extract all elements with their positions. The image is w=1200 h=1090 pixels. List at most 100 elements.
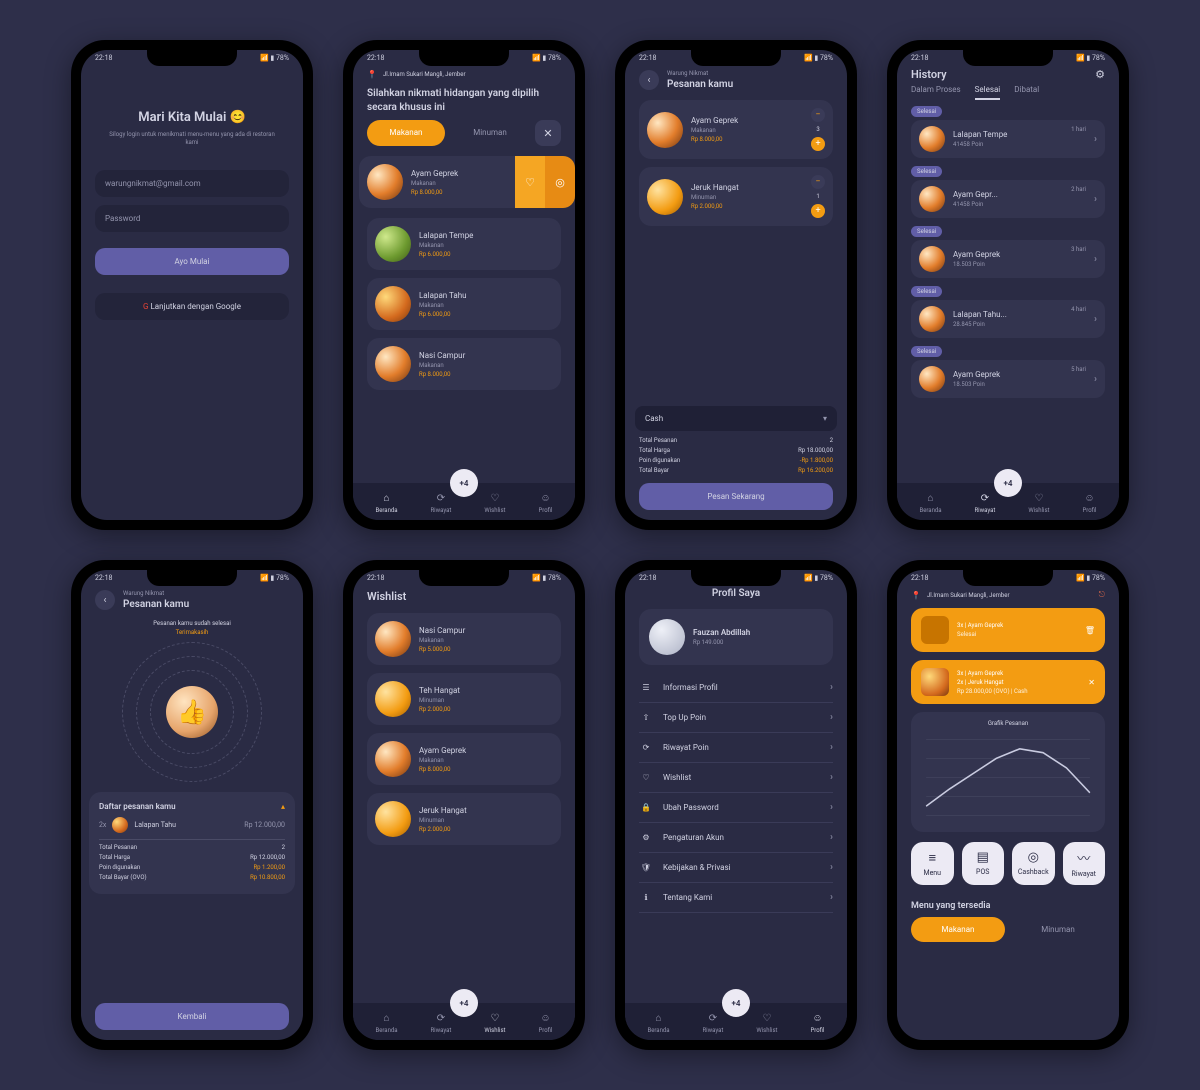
- trash-icon[interactable]: 🗑: [1085, 626, 1095, 635]
- wishlist-title: Wishlist: [353, 590, 575, 603]
- available-title: Menu yang tersedia: [897, 901, 1119, 911]
- chevron-right-icon: ›: [1094, 374, 1097, 385]
- profile-row[interactable]: ☰Informasi Profil›: [639, 673, 833, 703]
- chevron-right-icon: ›: [830, 682, 833, 693]
- login-title: Mari Kita Mulai 😊: [95, 110, 289, 125]
- nav-home[interactable]: ⌂Beranda: [375, 491, 397, 514]
- wishlist-item[interactable]: Ayam GeprekMakananRp 8.000,00: [367, 733, 561, 785]
- bottom-nav: +4 ⌂Beranda ⟳Riwayat ♡Wishlist ☺Profil: [353, 1003, 575, 1040]
- thanks-label: Terimakasih: [81, 629, 303, 636]
- chevron-right-icon: ›: [830, 772, 833, 783]
- menu-item[interactable]: Nasi CampurMakananRp 8.000,00: [367, 338, 561, 390]
- tab-in-process[interactable]: Dalam Proses: [911, 85, 961, 100]
- bottom-nav: +4 ⌂Beranda ⟳Riwayat ♡Wishlist ☺Profil: [625, 1003, 847, 1040]
- cart-bubble[interactable]: +4: [722, 989, 750, 1017]
- profile-row[interactable]: ⟳Riwayat Poin›: [639, 733, 833, 763]
- history-item[interactable]: Ayam Gepr...41458 Poin 2 hari ›: [911, 180, 1105, 218]
- menu-item[interactable]: Lalapan TahuMakananRp 6.000,00: [367, 278, 561, 330]
- profile-row[interactable]: 🛡Kebijakan & Privasi›: [639, 853, 833, 883]
- chevron-right-icon: ›: [1094, 134, 1097, 145]
- phone-wishlist: 22:18📶 ▮ 78% Wishlist Nasi CampurMakanan…: [343, 560, 585, 1050]
- quick-menu[interactable]: ≡Menu: [911, 842, 954, 885]
- history-item[interactable]: Ayam Geprek18.503 Poin 5 hari ›: [911, 360, 1105, 398]
- google-login-button[interactable]: G Lanjutkan dengan Google: [95, 293, 289, 320]
- tab-drink[interactable]: Minuman: [1011, 917, 1105, 942]
- swipe-actions[interactable]: ♡◎: [515, 156, 575, 208]
- tab-food[interactable]: Makanan: [911, 917, 1005, 942]
- start-button[interactable]: Ayo Mulai: [95, 248, 289, 275]
- qty-minus-button[interactable]: −: [811, 175, 825, 189]
- chevron-right-icon: ›: [830, 742, 833, 753]
- cart-bubble[interactable]: +4: [450, 989, 478, 1017]
- chevron-right-icon: ›: [830, 892, 833, 903]
- tab-done[interactable]: Selesai: [975, 85, 1001, 100]
- tab-drink[interactable]: Minuman: [451, 120, 529, 146]
- history-item[interactable]: Lalapan Tempe41458 Poin 1 hari ›: [911, 120, 1105, 158]
- quick-pos[interactable]: ▤POS: [962, 842, 1005, 885]
- qty-plus-button[interactable]: +: [811, 204, 825, 218]
- email-field[interactable]: warungnikmat@gmail.com: [95, 170, 289, 197]
- thumbs-up-icon: 👍: [166, 686, 218, 738]
- back-button-main[interactable]: Kembali: [95, 1003, 289, 1030]
- qty-plus-button[interactable]: +: [811, 137, 825, 151]
- nav-profile[interactable]: ☺Profil: [538, 491, 552, 514]
- history-title: History: [911, 68, 947, 81]
- menu-headline: Silahkan nikmati hidangan yang dipilih s…: [353, 87, 575, 114]
- quick-cashback[interactable]: ◎Cashback: [1012, 842, 1055, 885]
- history-item[interactable]: Ayam Geprek18.503 Poin 3 hari ›: [911, 240, 1105, 278]
- tab-food[interactable]: Makanan: [367, 120, 445, 146]
- alert-card[interactable]: 3x | Ayam Geprek2x | Jeruk HangatRp 28.0…: [911, 660, 1105, 704]
- cart-bubble[interactable]: +4: [450, 469, 478, 497]
- filter-icon[interactable]: ⚙: [1095, 68, 1105, 81]
- tab-cancelled[interactable]: Dibatal: [1014, 85, 1039, 100]
- cart-bubble[interactable]: +4: [994, 469, 1022, 497]
- quick-history[interactable]: 〰Riwayat: [1063, 842, 1106, 885]
- profile-row[interactable]: 🔒Ubah Password›: [639, 793, 833, 823]
- nav-history[interactable]: ⟳Riwayat: [430, 491, 451, 514]
- chevron-right-icon: ›: [1094, 194, 1097, 205]
- phone-menu: 22:18📶 ▮ 78% 📍 Jl.Imam Sukari Mangli, Je…: [343, 40, 585, 530]
- location-label: Jl.Imam Sukari Mangli, Jember: [383, 71, 466, 78]
- phone-profile: 22:18📶 ▮ 78% Profil Saya Fauzan Abdillah…: [615, 560, 857, 1050]
- done-message: Pesanan kamu sudah selesai: [81, 620, 303, 627]
- profile-row[interactable]: ♡Wishlist›: [639, 763, 833, 793]
- heart-icon: ♡: [515, 156, 545, 208]
- cart-item: Jeruk HangatMinumanRp 2.000,00 − 1 +: [639, 167, 833, 226]
- history-item[interactable]: Lalapan Tahu...28.845 Poin 4 hari ›: [911, 300, 1105, 338]
- target-icon: ◎: [545, 156, 575, 208]
- orders-chart: Grafik Pesanan: [911, 712, 1105, 832]
- payment-select[interactable]: Cash▾: [635, 406, 837, 431]
- filter-icon[interactable]: ✕: [535, 120, 561, 146]
- qty-minus-button[interactable]: −: [811, 108, 825, 122]
- logout-icon[interactable]: ⎋: [1099, 590, 1105, 600]
- chevron-right-icon: ›: [1094, 314, 1097, 325]
- bottom-nav: +4 ⌂Beranda ⟳Riwayat ♡Wishlist ☺Profil: [353, 483, 575, 520]
- location-icon: 📍: [911, 591, 921, 600]
- qty-value: 1: [816, 193, 819, 200]
- cart-item: Ayam GeprekMakananRp 8.000,00 − 3 +: [639, 100, 833, 159]
- chevron-up-icon: ▴: [281, 802, 285, 811]
- close-icon[interactable]: ✕: [1088, 678, 1095, 687]
- chevron-right-icon: ›: [830, 862, 833, 873]
- back-button[interactable]: ‹: [639, 70, 659, 90]
- back-button[interactable]: ‹: [95, 590, 115, 610]
- menu-item-swiped[interactable]: Ayam GeprekMakananRp 8.000,00 ♡◎: [359, 156, 575, 208]
- chevron-right-icon: ›: [1094, 254, 1097, 265]
- profile-row[interactable]: ⇧Top Up Poin›: [639, 703, 833, 733]
- nav-wishlist[interactable]: ♡Wishlist: [484, 491, 505, 514]
- wishlist-item[interactable]: Nasi CampurMakananRp 5.000,00: [367, 613, 561, 665]
- order-now-button[interactable]: Pesan Sekarang: [639, 483, 833, 510]
- history-tabs: Dalam Proses Selesai Dibatal: [897, 81, 1119, 106]
- phone-cart: 22:18📶 ▮ 78% ‹ Warung NikmatPesanan kamu…: [615, 40, 857, 530]
- chevron-right-icon: ›: [830, 802, 833, 813]
- chevron-down-icon: ▾: [823, 414, 827, 423]
- password-field[interactable]: Password: [95, 205, 289, 232]
- menu-item[interactable]: Lalapan TempeMakananRp 6.000,00: [367, 218, 561, 270]
- wishlist-item[interactable]: Teh HangatMinumanRp 2.000,00: [367, 673, 561, 725]
- phone-dashboard: 22:18📶 ▮ 78% 📍 Jl.Imam Sukari Mangli, Je…: [887, 560, 1129, 1050]
- profile-row[interactable]: ℹTentang Kami›: [639, 883, 833, 913]
- alert-card[interactable]: 3x | Ayam GeprekSelesai 🗑: [911, 608, 1105, 652]
- wishlist-item[interactable]: Jeruk HangatMinumanRp 2.000,00: [367, 793, 561, 845]
- profile-row[interactable]: ⚙Pengaturan Akun›: [639, 823, 833, 853]
- login-subtitle: Silogy login untuk menikmati menu-menu y…: [95, 131, 289, 148]
